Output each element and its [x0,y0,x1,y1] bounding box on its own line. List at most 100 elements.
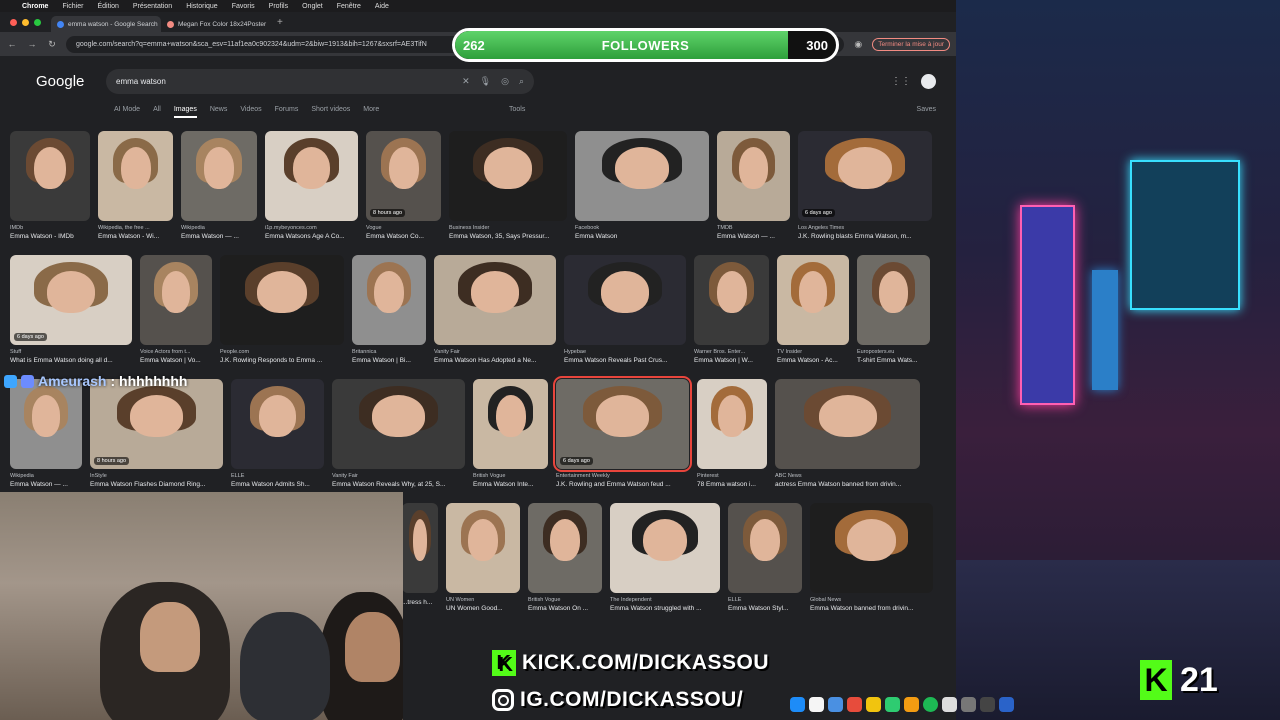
menu-chrome[interactable]: Chrome [22,3,48,10]
back-button[interactable]: ← [6,39,18,49]
lens-icon[interactable]: ◎ [501,76,509,87]
image-source[interactable]: Britannica [352,349,426,355]
new-tab-button[interactable]: + [277,17,283,28]
image-result-thumbnail[interactable]: 6 days ago [798,131,932,221]
image-result-card[interactable]: 6 days ago Los Angeles Times J.K. Rowling … [798,131,932,240]
image-result-thumbnail[interactable] [220,255,344,345]
image-result-card[interactable]: IMDb Emma Watson - IMDb [10,131,90,240]
image-source[interactable]: People.com [220,349,344,355]
image-source[interactable]: Voice Actors from t... [140,349,212,355]
menu-fenetre[interactable]: Fenêtre [337,3,361,10]
image-source[interactable]: InStyle [90,473,223,479]
image-result-thumbnail[interactable] [332,379,465,469]
image-result-card[interactable]: i1p.mybeyonces.com Emma Watsons Age A Co.… [265,131,358,240]
minimize-window-button[interactable] [22,18,29,26]
image-source[interactable]: Wikipedia, the free ... [98,225,173,231]
image-caption[interactable]: Emma Watson | W... [694,357,769,364]
notes-icon[interactable] [809,696,824,712]
image-source[interactable]: Global News [810,597,933,603]
image-caption[interactable]: J.K. Rowling blasts Emma Watson, m... [798,233,932,240]
image-caption[interactable]: Emma Watson — ... [181,233,257,240]
search-icon[interactable]: ⌕ [519,76,524,87]
image-result-card[interactable]: British Vogue Emma Watson On ... [528,503,602,612]
image-source[interactable]: Vanity Fair [434,349,556,355]
image-source[interactable]: Los Angeles Times [798,225,932,231]
image-source[interactable]: British Vogue [473,473,548,479]
image-result-card[interactable]: ...tress h... [402,503,438,612]
image-result-thumbnail[interactable] [810,503,933,593]
image-caption[interactable]: Emma Watson | Vo... [140,357,212,364]
image-caption[interactable]: Emma Watson, 35, Says Pressur... [449,233,567,240]
image-source[interactable]: ABC News [775,473,920,479]
image-result-thumbnail[interactable] [10,379,82,469]
image-result-thumbnail[interactable] [610,503,720,593]
preview-icon[interactable] [942,696,957,712]
image-source[interactable]: Europosters.eu [857,349,930,355]
image-result-card[interactable]: The Independent Emma Watson struggled wit… [610,503,720,612]
image-result-thumbnail[interactable] [402,503,438,593]
image-caption[interactable]: Emma Watson - Wi... [98,233,173,240]
image-source[interactable]: UN Women [446,597,520,603]
image-caption[interactable]: Emma Watson struggled with ... [610,605,720,612]
search-box[interactable]: emma watson ✕ 🎙 ◎ ⌕ [106,69,534,94]
image-result-thumbnail[interactable]: 8 hours ago [90,379,223,469]
image-caption[interactable]: actress Emma Watson banned from drivin..… [775,481,920,488]
image-source[interactable]: Business Insider [449,225,567,231]
app-store-icon[interactable] [790,696,805,712]
filter-more[interactable]: More [363,106,379,118]
filter-videos[interactable]: Videos [240,106,261,118]
calendar-icon[interactable] [847,696,862,712]
settings-icon[interactable] [961,696,976,712]
image-result-card[interactable]: People.com J.K. Rowling Responds to Emma … [220,255,344,364]
image-result-thumbnail[interactable] [265,131,358,221]
image-result-thumbnail[interactable]: 6 days ago [553,376,692,472]
filter-all[interactable]: All [153,106,161,118]
image-caption[interactable]: Emma Watson — ... [10,481,82,488]
image-caption[interactable]: Emma Watson Co... [366,233,441,240]
image-source[interactable]: Wikipedia [181,225,257,231]
menu-profils[interactable]: Profils [269,3,288,10]
filter-forums[interactable]: Forums [275,106,299,118]
image-caption[interactable]: Emma Watson Has Adopted a Ne... [434,357,556,364]
tools-menu[interactable]: Tools [509,106,525,113]
image-result-thumbnail[interactable] [694,255,769,345]
menu-fichier[interactable]: Fichier [62,3,83,10]
image-caption[interactable]: What is Emma Watson doing all d... [10,357,132,364]
image-result-card[interactable]: Wikipedia, the free ... Emma Watson - Wi.… [98,131,173,240]
image-source[interactable]: ELLE [231,473,324,479]
image-result-card[interactable]: Hypebae Emma Watson Reveals Past Crus... [564,255,686,364]
menu-edition[interactable]: Édition [97,3,118,10]
image-source[interactable]: Vogue [366,225,441,231]
menu-favoris[interactable]: Favoris [232,3,255,10]
image-caption[interactable]: Emma Watson | Bi... [352,357,426,364]
image-result-thumbnail[interactable] [231,379,324,469]
image-result-card[interactable]: 8 hours ago Vogue Emma Watson Co... [366,131,441,240]
folder-icon[interactable] [866,696,881,712]
image-result-card[interactable]: 8 hours ago InStyle Emma Watson Flashes Di… [90,379,223,488]
image-caption[interactable]: Emma Watson — ... [717,233,790,240]
image-source[interactable]: Entertainment Weekly [556,473,689,479]
image-caption[interactable]: T-shirt Emma Wats... [857,357,930,364]
image-result-card[interactable]: TV Insider Emma Watson - Ac... [777,255,849,364]
image-result-thumbnail[interactable] [434,255,556,345]
search-input[interactable]: emma watson [116,77,452,86]
image-result-card[interactable]: 6 days ago Entertainment Weekly J.K. Rowli… [553,376,692,488]
image-source[interactable]: Vanity Fair [332,473,465,479]
menu-onglet[interactable]: Onglet [302,3,323,10]
image-result-thumbnail[interactable] [564,255,686,345]
image-result-thumbnail[interactable] [473,379,548,469]
maximize-window-button[interactable] [34,18,41,26]
image-result-card[interactable]: Britannica Emma Watson | Bi... [352,255,426,364]
image-result-thumbnail[interactable] [857,255,930,345]
image-result-card[interactable]: ELLE Emma Watson Admits Sh... [231,379,324,488]
image-result-card[interactable]: Wikipedia Emma Watson — ... [10,379,82,488]
tab-poster[interactable]: Megan Fox Color 18x24Poster [161,16,271,32]
image-result-card[interactable]: ELLE Emma Watson Styl... [728,503,802,612]
image-source[interactable]: Hypebae [564,349,686,355]
image-caption[interactable]: Emma Watson Styl... [728,605,802,612]
image-caption[interactable]: Emma Watson banned from drivin... [810,605,933,612]
menu-historique[interactable]: Historique [186,3,218,10]
image-result-card[interactable]: Facebook Emma Watson [575,131,709,240]
menu-aide[interactable]: Aide [375,3,389,10]
image-caption[interactable]: Emma Watson Flashes Diamond Ring... [90,481,223,488]
